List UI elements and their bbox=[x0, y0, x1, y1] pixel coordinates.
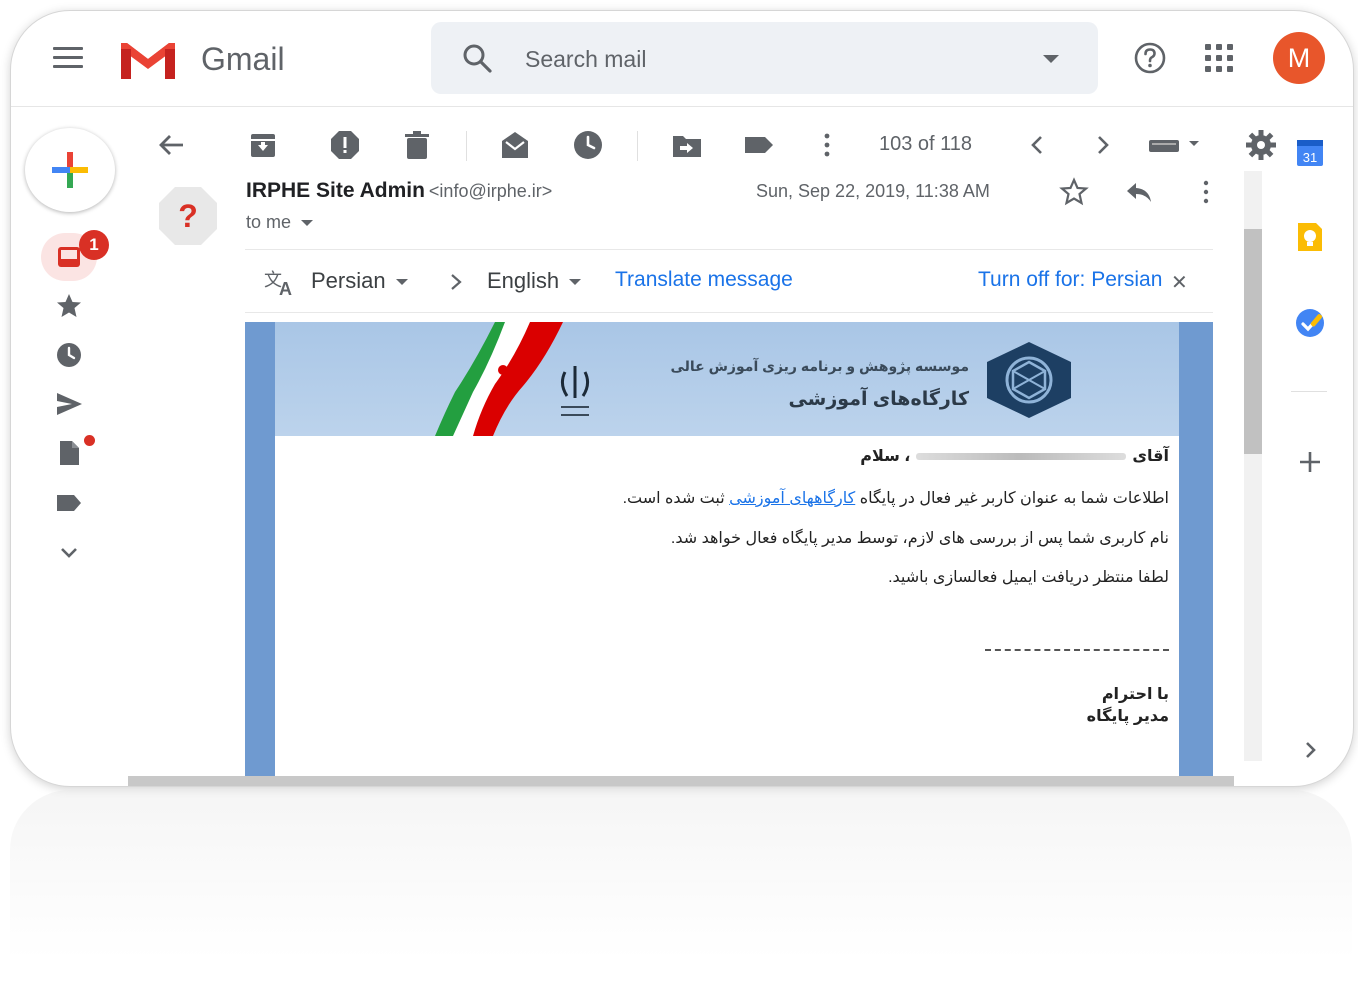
message-toolbar: 103 of 118 bbox=[141, 121, 1276, 171]
google-apps-icon[interactable] bbox=[1205, 44, 1233, 72]
older-chevron-left-icon[interactable] bbox=[1021, 129, 1053, 161]
snooze-clock-icon[interactable] bbox=[572, 129, 604, 161]
source-language-chevron-down-icon[interactable] bbox=[395, 279, 408, 286]
expand-panel-chevron-right-icon[interactable] bbox=[1294, 734, 1326, 766]
signature-divider bbox=[985, 649, 1169, 651]
source-language-select[interactable]: Persian bbox=[311, 268, 408, 294]
search-bar[interactable] bbox=[431, 22, 1098, 94]
recipient-chevron-down-icon[interactable] bbox=[301, 220, 314, 227]
newer-chevron-right-icon[interactable] bbox=[1087, 129, 1119, 161]
main-menu-icon[interactable] bbox=[53, 47, 83, 69]
signature-regards: با احترام bbox=[1101, 686, 1169, 703]
banner-workshops-title: کارگاه‌های آموزشی bbox=[788, 389, 969, 410]
starred-icon[interactable] bbox=[55, 292, 83, 320]
more-options-vertical-icon[interactable] bbox=[811, 129, 843, 161]
tasks-check-icon[interactable] bbox=[1294, 307, 1326, 339]
svg-text:A: A bbox=[279, 279, 292, 296]
institute-logo-icon bbox=[987, 342, 1071, 418]
star-outline-icon[interactable] bbox=[1059, 177, 1089, 207]
email-body-frame: موسسه پژوهش و برنامه ریزی آموزش عالی کار… bbox=[245, 322, 1213, 786]
sender-name: IRPHE Site Admin <info@irphe.ir> bbox=[246, 179, 553, 202]
delete-trash-icon[interactable] bbox=[401, 129, 433, 161]
target-language-chevron-down-icon[interactable] bbox=[569, 279, 582, 286]
sender-email: <info@irphe.ir> bbox=[428, 181, 553, 201]
body-line-1: اطلاعات شما به عنوان کاربر غیر فعال در پ… bbox=[622, 490, 1169, 507]
horizontal-scrollbar[interactable] bbox=[128, 776, 1234, 786]
label-tag-icon[interactable] bbox=[743, 129, 775, 161]
message-view: ? IRPHE Site Admin <info@irphe.ir> to me … bbox=[129, 171, 1244, 786]
keep-bulb-icon[interactable] bbox=[1294, 221, 1326, 253]
message-date: Sun, Sep 22, 2019, 11:38 AM bbox=[756, 181, 990, 201]
email-body: موسسه پژوهش و برنامه ریزی آموزش عالی کار… bbox=[275, 322, 1179, 786]
input-tools-keyboard-icon[interactable] bbox=[1147, 129, 1203, 161]
back-arrow-icon[interactable] bbox=[155, 129, 187, 161]
compose-plus-icon bbox=[52, 152, 88, 188]
window-reflection bbox=[10, 790, 1352, 990]
translate-direction-chevron-right-icon bbox=[451, 274, 462, 290]
more-chevron-down-icon[interactable] bbox=[55, 539, 83, 567]
workshops-link[interactable]: کارگاههای آموزشی bbox=[729, 490, 855, 507]
translate-icon: 文 A bbox=[264, 270, 292, 296]
account-avatar[interactable]: M bbox=[1273, 32, 1325, 84]
banner-institute-title: موسسه پژوهش و برنامه ریزی آموزش عالی bbox=[670, 358, 969, 374]
mark-unread-icon[interactable] bbox=[499, 129, 531, 161]
message-pager-count: 103 of 118 bbox=[879, 133, 973, 155]
move-to-folder-icon[interactable] bbox=[671, 129, 703, 161]
translate-bar: 文 A Persian English Translate message Tu… bbox=[245, 249, 1213, 313]
app-title: Gmail bbox=[201, 41, 285, 77]
search-icon[interactable] bbox=[461, 42, 493, 74]
report-spam-icon[interactable] bbox=[329, 129, 361, 161]
search-input[interactable] bbox=[523, 40, 1007, 78]
sender-avatar-glyph: ? bbox=[178, 198, 198, 234]
vertical-scrollbar-thumb[interactable] bbox=[1244, 229, 1262, 454]
archive-icon[interactable] bbox=[247, 129, 279, 161]
body-line-2: نام کاربری شما پس از بررسی های لازم، توس… bbox=[670, 530, 1169, 547]
label-icon[interactable] bbox=[55, 489, 83, 517]
iran-flag-icon bbox=[435, 322, 563, 436]
sent-icon[interactable] bbox=[55, 390, 83, 418]
greeting-line: آقای، سلام bbox=[860, 448, 1169, 465]
calendar-day-number: 31 bbox=[1303, 150, 1317, 165]
gmail-logo-icon[interactable] bbox=[117, 37, 179, 81]
snoozed-clock-icon[interactable] bbox=[55, 341, 83, 369]
reply-icon[interactable] bbox=[1124, 177, 1154, 207]
email-banner: موسسه پژوهش و برنامه ریزی آموزش عالی کار… bbox=[275, 322, 1179, 436]
inbox-unread-badge: 1 bbox=[79, 230, 109, 260]
message-more-vertical-icon[interactable] bbox=[1191, 177, 1221, 207]
drafts-icon[interactable] bbox=[55, 439, 83, 467]
target-language-select[interactable]: English bbox=[487, 268, 582, 294]
translate-message-link[interactable]: Translate message bbox=[615, 268, 793, 292]
turn-off-translation-link[interactable]: Turn off for: Persian bbox=[978, 268, 1162, 292]
signature-title: مدیر پایگاه bbox=[1086, 708, 1169, 725]
gmail-window: Gmail M bbox=[10, 10, 1354, 787]
calendar-icon[interactable]: 31 bbox=[1294, 136, 1326, 168]
search-options-chevron-down-icon[interactable] bbox=[1043, 55, 1059, 63]
help-icon[interactable] bbox=[1133, 41, 1167, 75]
compose-button[interactable] bbox=[25, 128, 115, 212]
drafts-indicator-dot bbox=[84, 435, 95, 446]
top-bar: Gmail M bbox=[11, 11, 1353, 107]
sender-avatar-icon: ? bbox=[159, 187, 217, 245]
iran-emblem-icon bbox=[560, 366, 590, 416]
settings-gear-icon[interactable] bbox=[1245, 129, 1277, 161]
get-addons-plus-icon[interactable] bbox=[1294, 446, 1326, 478]
recipient-details[interactable]: to me bbox=[246, 212, 314, 233]
close-translate-bar-icon[interactable]: ✕ bbox=[1171, 270, 1188, 295]
redacted-name bbox=[916, 453, 1127, 461]
body-line-3: لطفا منتظر دریافت ایمیل فعالسازی باشید. bbox=[888, 569, 1169, 586]
